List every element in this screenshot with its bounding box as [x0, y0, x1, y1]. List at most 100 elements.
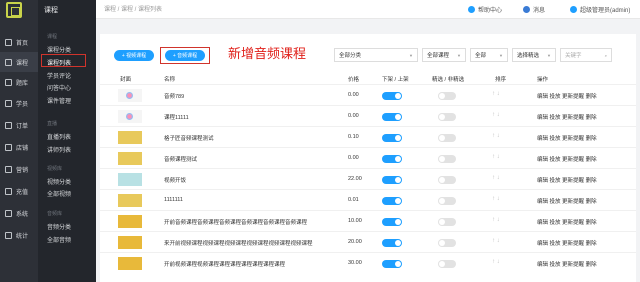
- sort-arrows-icon[interactable]: ↑ ↓: [492, 112, 500, 118]
- submenu-group-label: 音频库: [47, 211, 63, 217]
- row-actions[interactable]: 编辑 投放 更新提醒 删除: [537, 260, 597, 268]
- table-row: 格子匠音频课程测试 0.10 ↑ ↓ 编辑 投放 更新提醒 删除: [100, 126, 636, 147]
- chevron-down-icon: ▼: [547, 53, 551, 58]
- nav-label: 首页: [16, 40, 29, 47]
- featured-toggle[interactable]: [438, 134, 456, 142]
- sort-arrows-icon[interactable]: ↑ ↓: [492, 196, 500, 202]
- submenu-item[interactable]: 直播列表: [47, 132, 71, 141]
- course-price: 20.00: [348, 239, 362, 245]
- message-link[interactable]: 消息: [523, 5, 545, 14]
- featured-toggle[interactable]: [438, 92, 456, 100]
- submenu-item[interactable]: 课程列表: [47, 58, 71, 67]
- sort-arrows-icon[interactable]: ↑ ↓: [492, 175, 500, 181]
- publish-toggle[interactable]: [382, 197, 402, 205]
- row-actions[interactable]: 编辑 投放 更新提醒 删除: [537, 218, 597, 226]
- submenu-item[interactable]: 课件管理: [47, 96, 71, 105]
- table-row: 开前音频课程音频课程音频课程音频课程音频课程音频课程 10.00 ↑ ↓ 编辑 投放 …: [100, 210, 636, 231]
- publish-toggle[interactable]: [382, 260, 402, 268]
- nav-item[interactable]: 学员: [0, 93, 38, 113]
- course-price: 0.00: [348, 92, 359, 98]
- course-name[interactable]: 来开前视频课程视频课程视频课程视频课程视频课程视频课程: [164, 239, 313, 247]
- submenu-item[interactable]: 学员评论: [47, 71, 71, 80]
- row-actions[interactable]: 编辑 投放 更新提醒 删除: [537, 239, 597, 247]
- status-select[interactable]: 全部 ▼: [470, 48, 508, 62]
- course-name[interactable]: 1111111: [164, 197, 183, 203]
- featured-toggle[interactable]: [438, 113, 456, 121]
- publish-toggle[interactable]: [382, 92, 402, 100]
- nav-label: 学员: [16, 101, 29, 108]
- row-actions[interactable]: 编辑 投放 更新提醒 删除: [537, 197, 597, 205]
- nav-item[interactable]: 题库: [0, 72, 38, 92]
- sort-arrows-icon[interactable]: ↑ ↓: [492, 238, 500, 244]
- submenu-item[interactable]: 全部音频: [47, 235, 71, 244]
- nav-item[interactable]: 订单: [0, 115, 38, 135]
- featured-select[interactable]: 选择精选 ▼: [512, 48, 556, 62]
- nav-item[interactable]: 统计: [0, 225, 38, 245]
- nav-item[interactable]: 课程: [0, 52, 38, 72]
- table-row: 课程11111 0.00 ↑ ↓ 编辑 投放 更新提醒 删除: [100, 105, 636, 126]
- featured-toggle[interactable]: [438, 176, 456, 184]
- featured-toggle[interactable]: [438, 239, 456, 247]
- featured-toggle[interactable]: [438, 218, 456, 226]
- featured-toggle[interactable]: [438, 260, 456, 268]
- user-menu[interactable]: 超级管理员(admin): [570, 5, 630, 14]
- nav-item[interactable]: 首页: [0, 32, 38, 52]
- nav-label: 系统: [16, 211, 29, 218]
- nav-icon: [5, 209, 12, 217]
- submenu-item[interactable]: 全部视频: [47, 189, 71, 198]
- sort-arrows-icon[interactable]: ↑ ↓: [492, 259, 500, 265]
- publish-toggle[interactable]: [382, 239, 402, 247]
- nav-item[interactable]: 充值: [0, 181, 38, 201]
- nav-icon: [5, 231, 12, 239]
- nav-icon: [5, 78, 12, 86]
- annotation-text: 新增音频课程: [228, 46, 307, 61]
- nav-icon: [5, 143, 12, 151]
- cover-thumbnail: [118, 110, 142, 123]
- submenu-item[interactable]: 课程分类: [47, 45, 71, 54]
- help-icon: [468, 6, 475, 13]
- course-name[interactable]: 格子匠音频课程测试: [164, 134, 214, 142]
- table-row: 音频课程测试 0.00 ↑ ↓ 编辑 投放 更新提醒 删除: [100, 147, 636, 168]
- featured-toggle[interactable]: [438, 197, 456, 205]
- publish-toggle[interactable]: [382, 113, 402, 121]
- sort-arrows-icon[interactable]: ↑ ↓: [492, 91, 500, 97]
- sort-arrows-icon[interactable]: ↑ ↓: [492, 133, 500, 139]
- submenu-item[interactable]: 问答中心: [47, 83, 71, 92]
- publish-toggle[interactable]: [382, 218, 402, 226]
- add-audio-course-button[interactable]: + 音频课程: [165, 50, 205, 61]
- publish-toggle[interactable]: [382, 176, 402, 184]
- row-actions[interactable]: 编辑 投放 更新提醒 删除: [537, 176, 597, 184]
- nav-icon: [5, 58, 12, 66]
- course-type-select[interactable]: 全部课程 ▼: [422, 48, 466, 62]
- course-name[interactable]: 视频开饭: [164, 176, 186, 184]
- sort-arrows-icon[interactable]: ↑ ↓: [492, 154, 500, 160]
- row-actions[interactable]: 编辑 投放 更新提醒 删除: [537, 134, 597, 142]
- main-content: + 视频课程 + 音频课程 新增音频课程 全部分类 ▼ 全部课程 ▼ 全部 ▼ 选择精…: [100, 34, 636, 282]
- course-name[interactable]: 课程11111: [164, 113, 189, 121]
- nav-item[interactable]: 店铺: [0, 137, 38, 157]
- category-select[interactable]: 全部分类 ▼: [334, 48, 418, 62]
- sort-arrows-icon[interactable]: ↑ ↓: [492, 217, 500, 223]
- nav-item[interactable]: 系统: [0, 203, 38, 223]
- cover-thumbnail: [118, 152, 142, 165]
- nav-icon: [5, 99, 12, 107]
- submenu-item[interactable]: 音频分类: [47, 222, 71, 231]
- course-price: 22.00: [348, 176, 362, 182]
- search-input[interactable]: 关键字 ⌕: [560, 48, 612, 62]
- publish-toggle[interactable]: [382, 155, 402, 163]
- course-name[interactable]: 音频课程测试: [164, 155, 197, 163]
- submenu-item[interactable]: 讲师列表: [47, 145, 71, 154]
- course-name[interactable]: 音频789: [164, 92, 184, 100]
- row-actions[interactable]: 编辑 投放 更新提醒 删除: [537, 92, 597, 100]
- course-name[interactable]: 开前音频课程音频课程音频课程音频课程音频课程音频课程: [164, 218, 307, 226]
- help-link[interactable]: 帮助中心: [468, 5, 502, 14]
- course-price: 0.00: [348, 155, 359, 161]
- featured-toggle[interactable]: [438, 155, 456, 163]
- course-name[interactable]: 开前视频课程视频课程课程课程课程课程课程课程: [164, 260, 285, 268]
- nav-item[interactable]: 营销: [0, 159, 38, 179]
- row-actions[interactable]: 编辑 投放 更新提醒 删除: [537, 155, 597, 163]
- submenu-item[interactable]: 视频分类: [47, 177, 71, 186]
- row-actions[interactable]: 编辑 投放 更新提醒 删除: [537, 113, 597, 121]
- publish-toggle[interactable]: [382, 134, 402, 142]
- add-video-course-button[interactable]: + 视频课程: [114, 50, 154, 61]
